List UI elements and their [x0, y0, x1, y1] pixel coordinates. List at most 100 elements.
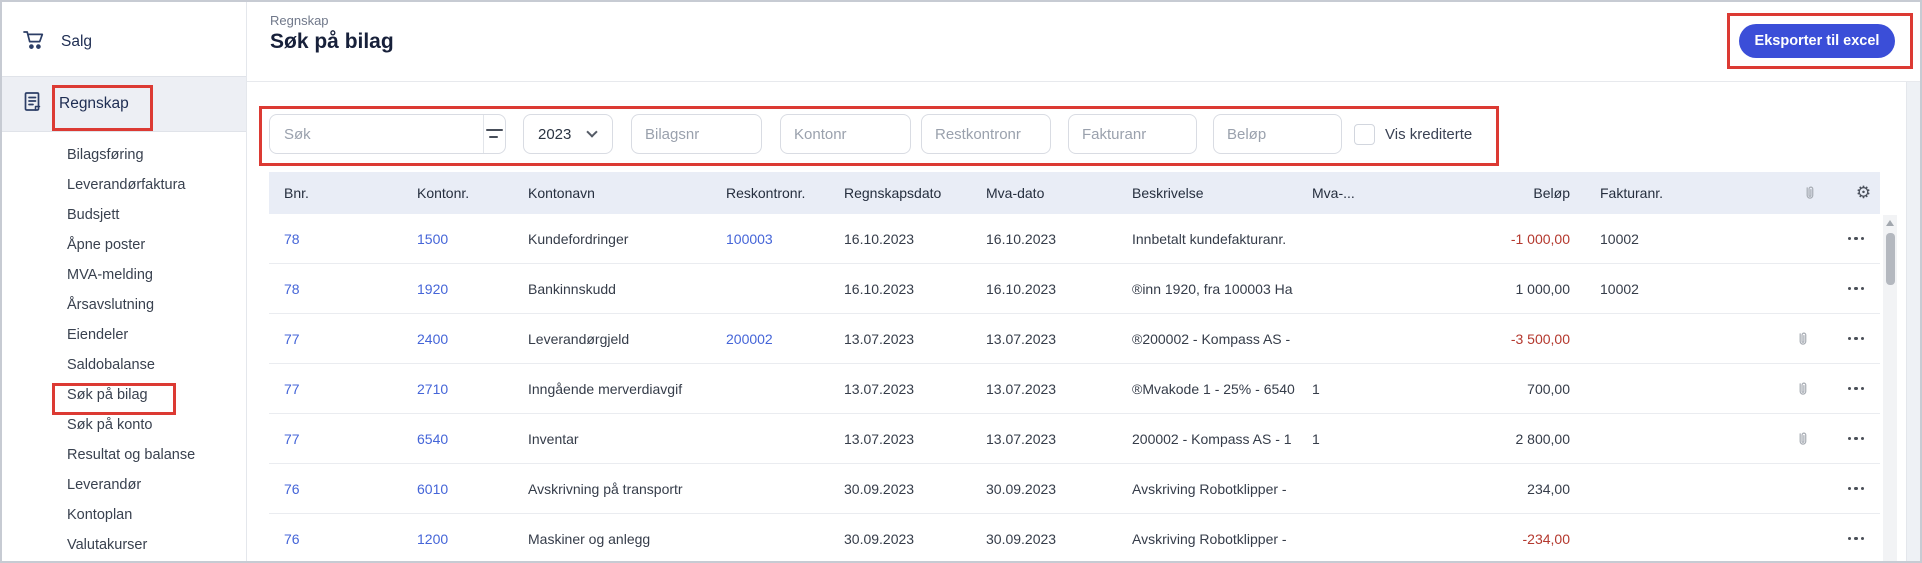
- year-select[interactable]: 2023: [523, 114, 613, 154]
- description: Innbetalt kundefakturanr.: [1132, 230, 1287, 247]
- accounting-date: 16.10.2023: [844, 230, 915, 247]
- description: ®200002 - Kompass AS -: [1132, 330, 1291, 347]
- col-beskrivelse[interactable]: Beskrivelse: [1117, 185, 1297, 201]
- account-number-link[interactable]: 1920: [402, 281, 513, 297]
- account-number-link[interactable]: 2400: [402, 331, 513, 347]
- reskontro-link[interactable]: 100003: [711, 231, 829, 247]
- amount: 234,00: [1527, 480, 1570, 497]
- col-regnskapsdato[interactable]: Regnskapsdato: [829, 185, 971, 201]
- sidebar-submenu-item-resultat-og-balanse[interactable]: Resultat og balanse: [2, 440, 246, 470]
- row-menu-button[interactable]: [1832, 336, 1880, 341]
- col-mva-dato[interactable]: Mva-dato: [971, 185, 1117, 201]
- scrollbar-thumb[interactable]: [1885, 233, 1895, 285]
- export-to-excel-button[interactable]: Eksporter til excel: [1739, 24, 1895, 58]
- row-menu-button[interactable]: [1832, 386, 1880, 391]
- bilag-number-link[interactable]: 78: [269, 231, 402, 247]
- bilag-number-link[interactable]: 77: [269, 331, 402, 347]
- table-row: 76 6010 Avskrivning på transportr 30.09.…: [269, 464, 1880, 514]
- attachment-icon[interactable]: [1772, 331, 1832, 347]
- table-row: 78 1500 Kundefordringer 100003 16.10.202…: [269, 214, 1880, 264]
- account-name: Avskrivning på transportr: [528, 480, 683, 497]
- scroll-up-arrow-icon[interactable]: [1886, 220, 1894, 226]
- ledger-icon: [22, 90, 44, 119]
- bilag-table: Bnr. Kontonr. Kontonavn Reskontronr. Reg…: [269, 172, 1880, 561]
- account-number-link[interactable]: 1500: [402, 231, 513, 247]
- sidebar-item-salg[interactable]: Salg: [2, 20, 246, 64]
- table-body: 78 1500 Kundefordringer 100003 16.10.202…: [269, 214, 1880, 561]
- sidebar-submenu-item-leverandør[interactable]: Leverandør: [2, 470, 246, 500]
- filter-button[interactable]: [483, 115, 505, 153]
- amount: -1 000,00: [1510, 230, 1570, 247]
- sidebar-submenu-item-søk-på-bilag[interactable]: Søk på bilag: [2, 380, 246, 410]
- filter-icon: [485, 128, 504, 141]
- description: Avskriving Robotklipper -: [1132, 530, 1287, 547]
- header-divider: [247, 81, 1920, 82]
- col-fakturanr[interactable]: Fakturanr.: [1585, 185, 1772, 201]
- bilagsnr-input[interactable]: [631, 114, 762, 154]
- account-name: Inventar: [528, 430, 579, 447]
- col-reskontronr[interactable]: Reskontronr.: [711, 185, 829, 201]
- search-input[interactable]: [270, 115, 483, 153]
- col-bnr[interactable]: Bnr.: [269, 185, 402, 201]
- sidebar-submenu-item-åpne-poster[interactable]: Åpne poster: [2, 230, 246, 260]
- search-control: [269, 114, 506, 154]
- description: ®inn 1920, fra 100003 Ha: [1132, 280, 1293, 297]
- row-menu-button[interactable]: [1832, 486, 1880, 491]
- account-number-link[interactable]: 1200: [402, 531, 513, 547]
- account-number-link[interactable]: 6540: [402, 431, 513, 447]
- sidebar-submenu-item-saldobalanse[interactable]: Saldobalanse: [2, 350, 246, 380]
- table-settings-button[interactable]: ⚙: [1832, 183, 1880, 203]
- bilag-number-link[interactable]: 78: [269, 281, 402, 297]
- bilag-number-link[interactable]: 77: [269, 381, 402, 397]
- col-kontonavn[interactable]: Kontonavn: [513, 185, 711, 201]
- bilag-number-link[interactable]: 76: [269, 531, 402, 547]
- cart-icon: [22, 29, 46, 56]
- kontonr-input[interactable]: [780, 114, 911, 154]
- sidebar-submenu-item-mva-melding[interactable]: MVA-melding: [2, 260, 246, 290]
- sidebar-submenu-item-bilagsføring[interactable]: Bilagsføring: [2, 140, 246, 170]
- col-kontonr[interactable]: Kontonr.: [402, 185, 513, 201]
- row-menu-button[interactable]: [1832, 536, 1880, 541]
- right-margin: [1906, 82, 1920, 561]
- col-mva[interactable]: Mva-...: [1297, 185, 1415, 201]
- attachment-icon[interactable]: [1772, 431, 1832, 447]
- vat-date: 13.07.2023: [986, 380, 1057, 397]
- account-number-link[interactable]: 6010: [402, 481, 513, 497]
- breadcrumb[interactable]: Regnskap: [270, 13, 329, 28]
- account-name: Leverandørgjeld: [528, 330, 630, 347]
- row-menu-button[interactable]: [1832, 236, 1880, 241]
- chevron-down-icon: [586, 126, 599, 138]
- bilag-number-link[interactable]: 76: [269, 481, 402, 497]
- sidebar: Salg Regnskap Bilagsføring Leverandørfak…: [2, 2, 247, 561]
- fakturanr-input[interactable]: [1068, 114, 1197, 154]
- belop-input[interactable]: [1213, 114, 1342, 154]
- accounting-date: 30.09.2023: [844, 480, 915, 497]
- sidebar-submenu-item-valutakurser[interactable]: Valutakurser: [2, 530, 246, 560]
- sidebar-submenu-item-budsjett[interactable]: Budsjett: [2, 200, 246, 230]
- restkontronr-input[interactable]: [921, 114, 1051, 154]
- row-menu-button[interactable]: [1832, 286, 1880, 291]
- sidebar-item-regnskap[interactable]: Regnskap: [2, 76, 246, 132]
- account-number-link[interactable]: 2710: [402, 381, 513, 397]
- reskontro-link[interactable]: 200002: [711, 331, 829, 347]
- vertical-scrollbar: [1883, 215, 1897, 561]
- account-name: Kundefordringer: [528, 230, 629, 247]
- gear-icon: ⚙: [1855, 183, 1872, 203]
- amount: 700,00: [1527, 380, 1570, 397]
- invoice-number: 10002: [1600, 230, 1639, 247]
- vis-krediterte-checkbox[interactable]: [1354, 124, 1375, 145]
- account-name: Maskiner og anlegg: [528, 530, 651, 547]
- accounting-date: 16.10.2023: [844, 280, 915, 297]
- sidebar-submenu-item-søk-på-konto[interactable]: Søk på konto: [2, 410, 246, 440]
- sidebar-submenu-item-kontoplan[interactable]: Kontoplan: [2, 500, 246, 530]
- sidebar-submenu-item-leverandørfaktura[interactable]: Leverandørfaktura: [2, 170, 246, 200]
- sidebar-submenu-item-eiendeler[interactable]: Eiendeler: [2, 320, 246, 350]
- amount: 2 800,00: [1515, 430, 1571, 447]
- app-window: Salg Regnskap Bilagsføring Leverandørfak…: [0, 0, 1922, 563]
- sidebar-submenu-item-årsavslutning[interactable]: Årsavslutning: [2, 290, 246, 320]
- col-belop[interactable]: Beløp: [1415, 185, 1585, 201]
- bilag-number-link[interactable]: 77: [269, 431, 402, 447]
- row-menu-button[interactable]: [1832, 436, 1880, 441]
- attachment-icon[interactable]: [1772, 381, 1832, 397]
- amount: -234,00: [1522, 530, 1570, 547]
